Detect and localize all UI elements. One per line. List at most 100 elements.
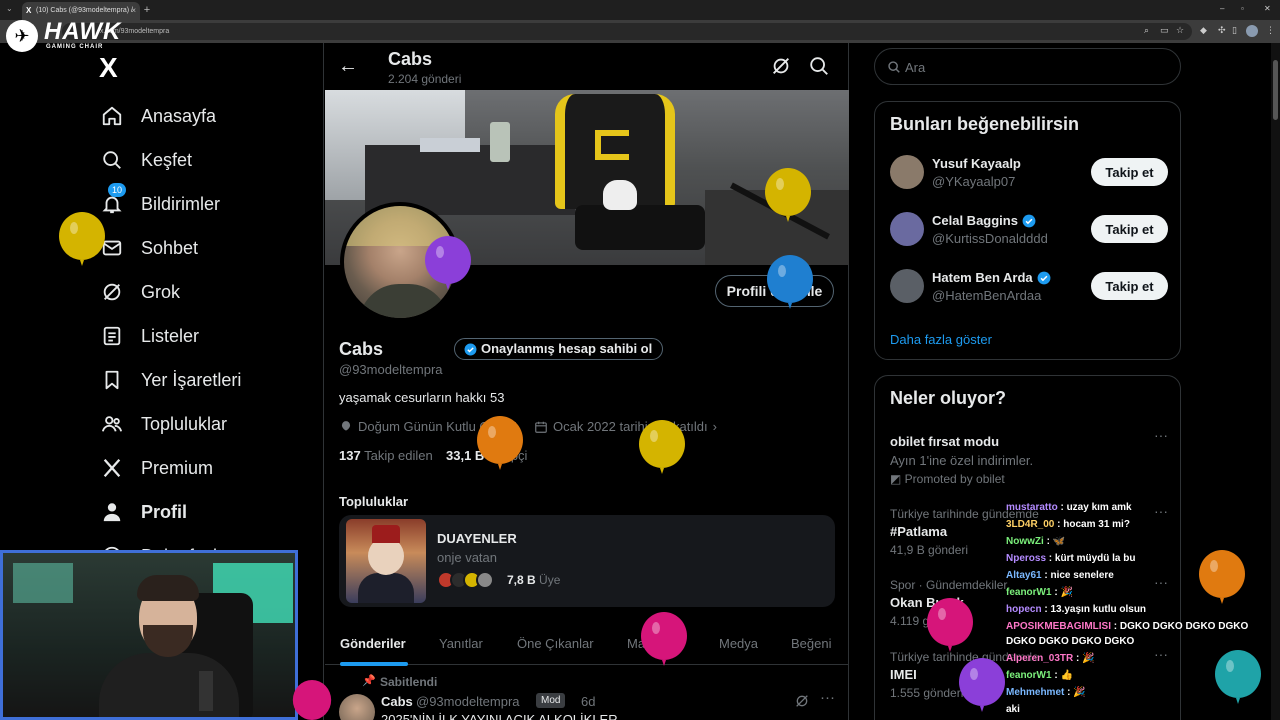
nav-label: Topluluklar bbox=[141, 413, 228, 434]
x-logo-icon[interactable]: X bbox=[99, 52, 118, 84]
balloon-icon bbox=[765, 168, 811, 222]
tab-list-icon[interactable]: ⌄ bbox=[6, 4, 13, 13]
trend-item[interactable]: obilet fırsat modu Ayın 1'ine özel indir… bbox=[890, 427, 1168, 486]
get-verified-button[interactable]: Onaylanmış hesap sahibi ol bbox=[454, 338, 664, 360]
tab-highlights[interactable]: Öne Çıkanlar bbox=[517, 636, 594, 651]
trend-title: obilet fırsat modu bbox=[890, 434, 1000, 449]
balloon-icon bbox=[292, 680, 332, 720]
nav-notifications[interactable]: 10 Bildirimler bbox=[100, 183, 221, 218]
zoom-icon[interactable]: ⌕ bbox=[1144, 25, 1149, 36]
restore-button[interactable]: ▫ bbox=[1241, 4, 1244, 13]
post-author-name[interactable]: Cabs bbox=[381, 694, 413, 709]
follow-button[interactable]: Takip et bbox=[1091, 215, 1168, 243]
scrollbar-thumb[interactable] bbox=[1273, 60, 1278, 120]
show-more-link[interactable]: Daha fazla göster bbox=[890, 332, 992, 347]
profile-name: Cabs bbox=[339, 339, 384, 359]
post-author-avatar[interactable] bbox=[339, 694, 375, 720]
verified-badge-icon bbox=[1037, 271, 1051, 284]
calendar-icon bbox=[535, 421, 547, 433]
chat-username: Npeross bbox=[1006, 553, 1047, 564]
suggested-user[interactable]: Hatem Ben Arda @HatemBenArdaa Takip et bbox=[890, 267, 1168, 307]
minimize-button[interactable]: – bbox=[1220, 4, 1224, 13]
promoted-text: Promoted by obilet bbox=[904, 472, 1005, 486]
nav-communities[interactable]: Topluluklar bbox=[100, 410, 227, 438]
communities-icon bbox=[100, 412, 124, 436]
balloon-icon bbox=[425, 236, 471, 290]
bookmark-icon bbox=[100, 368, 124, 392]
search-input[interactable]: Ara bbox=[874, 48, 1181, 85]
grok-icon[interactable] bbox=[770, 55, 792, 77]
nav-explore[interactable]: Keşfet bbox=[100, 146, 192, 174]
grok-icon[interactable] bbox=[794, 693, 810, 709]
tab-likes[interactable]: Beğeni bbox=[791, 636, 831, 651]
tab-media[interactable]: Medya bbox=[719, 636, 758, 651]
avatar bbox=[890, 269, 924, 303]
chat-username: Alperen_03TR bbox=[1006, 653, 1074, 664]
new-tab-button[interactable]: + bbox=[140, 3, 154, 17]
address-bar: x.com/93modeltempra ⌕ ▭ ☆ ◆ ✣ ▯ ⋮ bbox=[0, 20, 1280, 43]
nav-grok[interactable]: Grok bbox=[100, 278, 180, 306]
nav-messages[interactable]: Sohbet bbox=[100, 234, 198, 262]
chat-message: hopecn : 13.yaşın kutlu olsun bbox=[1006, 604, 1146, 615]
bookmark-star-icon[interactable]: ☆ bbox=[1176, 25, 1184, 36]
nav-profile[interactable]: Profil bbox=[100, 498, 187, 526]
balloon-icon bbox=[1199, 550, 1245, 604]
suggested-user[interactable]: Yusuf Kayaalp @YKayaalp07 Takip et bbox=[890, 153, 1168, 193]
post-timestamp[interactable]: 6d bbox=[581, 694, 595, 709]
chat-message: DGKO DGKO DGKO DGKO bbox=[1006, 636, 1134, 647]
list-icon bbox=[100, 324, 124, 348]
post-author-handle[interactable]: @93modeltempra bbox=[416, 694, 520, 709]
url-field[interactable]: x.com/93modeltempra bbox=[62, 23, 1192, 40]
nav-bookmarks[interactable]: Yer İşaretleri bbox=[100, 366, 241, 394]
avatar bbox=[890, 212, 924, 246]
nav-home[interactable]: Anasayfa bbox=[100, 102, 216, 130]
community-image bbox=[346, 519, 426, 603]
more-options-icon[interactable]: ··· bbox=[1154, 427, 1168, 443]
more-options-icon[interactable]: ··· bbox=[820, 689, 835, 706]
extension-icon[interactable]: ◆ bbox=[1200, 25, 1207, 36]
profile-tabs: Gönderiler Yanıtlar Öne Çıkanlar Makalel… bbox=[325, 625, 849, 666]
browser-menu-icon[interactable]: ⋮ bbox=[1266, 25, 1275, 36]
search-icon bbox=[888, 61, 900, 73]
nav-label: Anasayfa bbox=[141, 105, 217, 126]
browser-tab-title: (10) Cabs (@93modeltempra) / bbox=[36, 7, 133, 14]
balloon-icon bbox=[641, 612, 687, 666]
follow-button[interactable]: Takip et bbox=[1091, 158, 1168, 186]
community-card[interactable]: DUAYENLER onje vatan 7,8 B Üye bbox=[339, 515, 835, 607]
nav-label: Premium bbox=[141, 457, 214, 478]
tab-replies[interactable]: Yanıtlar bbox=[439, 636, 483, 651]
avatar bbox=[890, 155, 924, 189]
verified-badge-icon bbox=[464, 343, 477, 356]
tab-close-icon[interactable]: × bbox=[131, 6, 136, 15]
search-icon bbox=[100, 148, 124, 172]
active-tab-indicator bbox=[340, 662, 408, 666]
sidebar-icon[interactable]: ▯ bbox=[1232, 25, 1237, 36]
chat-message: Alperen_03TR : 🎉 bbox=[1006, 653, 1095, 664]
following-link[interactable]: 137 Takip edilen bbox=[339, 448, 433, 463]
community-members: 7,8 B Üye bbox=[507, 573, 560, 587]
chat-message: feanorW1 : 🎉 bbox=[1006, 587, 1073, 598]
nav-label: Bildirimler bbox=[141, 193, 221, 214]
balloon-icon bbox=[959, 658, 1005, 712]
chat-text: : hocam 31 mi? bbox=[1057, 519, 1130, 530]
close-window-button[interactable]: ✕ bbox=[1264, 4, 1271, 13]
suggested-user-handle: @YKayaalp07 bbox=[932, 174, 1016, 189]
back-arrow-icon[interactable]: ← bbox=[338, 55, 358, 78]
trends-title: Neler oluyor? bbox=[890, 388, 1007, 408]
install-icon[interactable]: ▭ bbox=[1160, 25, 1169, 36]
pinned-label: Sabitlendi bbox=[380, 675, 438, 689]
avatar bbox=[476, 571, 494, 589]
suggested-user[interactable]: Celal Baggins @KurtissDonaldddd Takip et bbox=[890, 210, 1168, 250]
get-verified-label: Onaylanmış hesap sahibi ol bbox=[481, 341, 653, 356]
joined-meta[interactable]: Ocak 2022 tarihinde katıldı › bbox=[534, 419, 717, 434]
chat-text: : nice senelere bbox=[1044, 570, 1114, 581]
puzzle-icon[interactable]: ✣ bbox=[1218, 25, 1226, 36]
search-icon[interactable] bbox=[808, 55, 830, 77]
follow-button[interactable]: Takip et bbox=[1091, 272, 1168, 300]
nav-premium[interactable]: Premium bbox=[100, 454, 213, 482]
browser-profile-avatar[interactable] bbox=[1246, 25, 1258, 37]
nav-lists[interactable]: Listeler bbox=[100, 322, 199, 350]
chat-text: aki bbox=[1006, 704, 1020, 715]
tab-posts[interactable]: Gönderiler bbox=[340, 636, 406, 651]
nav-label: Profil bbox=[141, 501, 188, 522]
